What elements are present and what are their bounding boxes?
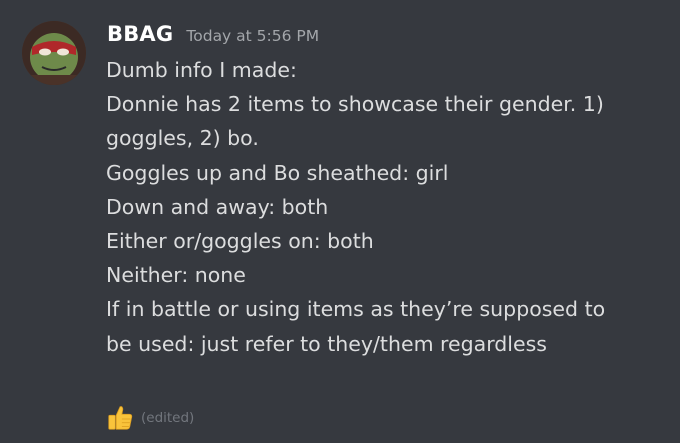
message-line: be used: just refer to they/them regardl… bbox=[106, 331, 547, 356]
message-line: Down and away: both bbox=[106, 194, 329, 219]
edited-label[interactable]: (edited) bbox=[141, 410, 194, 426]
message-line: goggles, 2) bo. bbox=[106, 126, 259, 151]
avatar[interactable] bbox=[22, 21, 86, 85]
message-line: Dumb info I made: bbox=[106, 58, 297, 82]
message-line: If in battle or using items as they’re s… bbox=[106, 297, 606, 322]
username[interactable]: BBAG bbox=[107, 22, 173, 46]
thumbs-up-icon bbox=[108, 406, 133, 430]
message-line: Donnie has 2 items to showcase their gen… bbox=[106, 92, 604, 117]
message-header: BBAG Today at 5:56 PM bbox=[107, 22, 319, 50]
avatar-image bbox=[22, 21, 86, 85]
chat-message: BBAG Today at 5:56 PM Dumb info I made: … bbox=[0, 0, 680, 443]
message-line: Goggles up and Bo sheathed: girl bbox=[106, 160, 449, 185]
message-content: Dumb info I made: Donnie has 2 items to … bbox=[106, 53, 666, 361]
message-line: Neither: none bbox=[106, 263, 246, 288]
message-line: Either or/goggles on: both bbox=[106, 228, 374, 253]
message-footer: (edited) bbox=[105, 402, 194, 434]
timestamp[interactable]: Today at 5:56 PM bbox=[186, 27, 319, 45]
